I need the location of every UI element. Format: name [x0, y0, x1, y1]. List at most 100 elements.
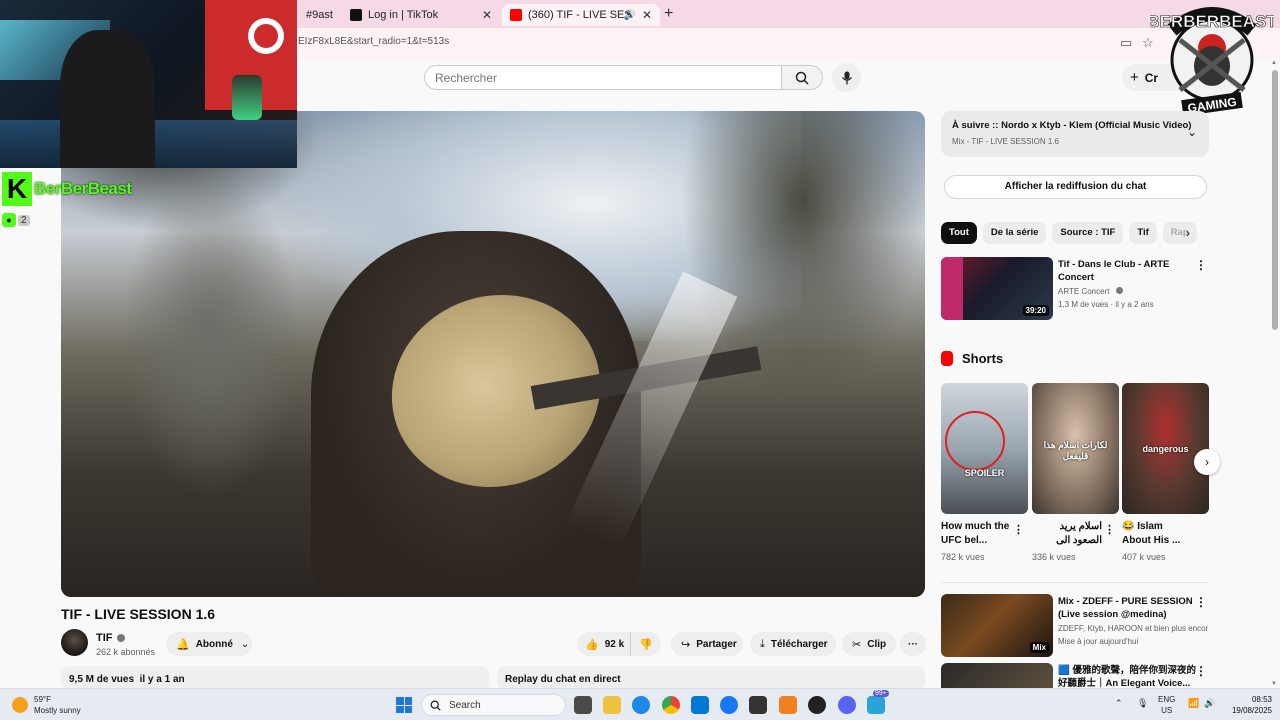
channel-name-label: TIF: [96, 632, 113, 644]
share-button[interactable]: ↪ Partager: [671, 632, 743, 656]
language-indicator[interactable]: ENG US: [1158, 694, 1175, 716]
short-title: How much the UFC bel...: [941, 521, 1010, 546]
tab-youtube[interactable]: (360) TIF - LIVE SESSION 1.6 🔊 ✕: [502, 4, 660, 26]
short-item[interactable]: لكارات اسلام هذا قليفعل اسلام يريد الصعو…: [1032, 383, 1119, 562]
time: 08:53: [1251, 695, 1272, 704]
voice-search-button[interactable]: [832, 63, 861, 92]
speaker-icon[interactable]: 🔊: [624, 10, 636, 21]
chevron-down-icon[interactable]: ⌄: [1187, 125, 1197, 139]
close-icon[interactable]: ✕: [482, 8, 492, 22]
close-icon[interactable]: ✕: [642, 8, 652, 22]
scroll-down-icon[interactable]: ▼: [1271, 681, 1277, 687]
search-icon: [430, 700, 441, 711]
wifi-icon[interactable]: 📶: [1188, 698, 1199, 709]
tab-1[interactable]: #9ast: [298, 4, 340, 26]
app-icon[interactable]: [779, 696, 797, 714]
thumbs-up-icon: 👍: [585, 638, 599, 651]
page-scrollbar[interactable]: ▲ ▼: [1271, 60, 1279, 687]
language: ENG: [1158, 695, 1176, 704]
show-chat-replay-button[interactable]: Afficher la rediffusion du chat: [944, 175, 1207, 199]
download-button[interactable]: ⤓ Télécharger: [750, 632, 836, 656]
up-next-panel[interactable]: À suivre :: Nordo x Ktyb - Klem (Officia…: [941, 111, 1209, 157]
search-button[interactable]: [781, 65, 823, 90]
chip-all[interactable]: Tout: [941, 222, 977, 244]
chip-tif[interactable]: Tif: [1129, 222, 1157, 244]
edge-icon[interactable]: [632, 696, 650, 714]
short-item[interactable]: SPOILER How much the UFC bel... 782 k vu…: [941, 383, 1028, 562]
short-thumbnail[interactable]: dangerous: [1122, 383, 1209, 514]
bell-icon: 🔔: [176, 638, 190, 651]
clip-button[interactable]: ✂ Clip: [842, 632, 896, 656]
short-thumbnail[interactable]: SPOILER: [941, 383, 1028, 514]
sun-icon: [12, 697, 28, 713]
short-item[interactable]: dangerous 😂 Islam About His ... 407 k vu…: [1122, 383, 1209, 562]
webcam-microphone: [232, 75, 262, 120]
video-thumbnail[interactable]: 39:20: [941, 257, 1053, 320]
shorts-label: Shorts: [962, 351, 1004, 366]
tab-label: #9ast: [306, 9, 333, 21]
more-actions-button[interactable]: ···: [900, 632, 926, 656]
chip-rap[interactable]: Rap: [1162, 222, 1197, 244]
more-vertical-icon[interactable]: ⋮: [1013, 523, 1024, 536]
more-horizontal-icon: ···: [908, 638, 918, 650]
chevron-right-icon: ›: [1205, 455, 1209, 469]
scissors-icon: ✂: [852, 638, 862, 651]
description-box[interactable]: 9,5 M de vues il y a 1 an: [61, 666, 489, 690]
video-thumbnail[interactable]: Mix: [941, 594, 1053, 657]
weather-widget[interactable]: 59°F Mostly sunny: [12, 694, 81, 716]
obs-icon[interactable]: [808, 696, 826, 714]
chip-series[interactable]: De la série: [982, 222, 1047, 244]
file-explorer-icon[interactable]: [603, 696, 621, 714]
short-views: 407 k vues: [1122, 552, 1166, 562]
more-vertical-icon[interactable]: ⋮: [1104, 523, 1115, 536]
recommendation-item[interactable]: Mix Mix - ZDEFF - PURE SESSION (Live ses…: [941, 594, 1209, 658]
speaker-icon[interactable]: 🔊: [1204, 698, 1215, 709]
new-tab-button[interactable]: +: [664, 5, 673, 23]
like-button[interactable]: 👍 92 k: [577, 632, 631, 656]
cast-icon[interactable]: ▭: [1120, 35, 1132, 51]
chevron-right-icon[interactable]: ›: [1186, 226, 1190, 240]
tab-tiktok[interactable]: Log in | TikTok ✕: [342, 4, 500, 26]
webcam-streamer: [60, 30, 155, 168]
windows-start-icon[interactable]: [396, 697, 412, 713]
short-thumbnail[interactable]: لكارات اسلام هذا قليفعل: [1032, 383, 1119, 514]
discord-icon[interactable]: [838, 696, 856, 714]
task-view-icon[interactable]: [574, 696, 592, 714]
microphone-icon[interactable]: 🎙: [1137, 698, 1148, 709]
chevron-up-icon[interactable]: ⌃: [1115, 698, 1123, 709]
recommendation-channel[interactable]: ARTE Concert: [1058, 287, 1123, 296]
chip-source[interactable]: Source : TIF: [1052, 222, 1124, 244]
more-vertical-icon[interactable]: ⋮: [1195, 664, 1207, 678]
short-views: 782 k vues: [941, 552, 985, 562]
video-frame-people: [121, 171, 301, 501]
channel-name[interactable]: TIF: [96, 632, 125, 644]
shorts-next-button[interactable]: ›: [1194, 449, 1220, 475]
search-icon: [795, 71, 809, 85]
subscribed-button[interactable]: 🔔 Abonné ⌄: [166, 632, 252, 656]
share-icon: ↪: [681, 638, 691, 651]
kick-viewer-badge: ● 2: [2, 212, 30, 228]
date: 19/08/2025: [1231, 706, 1272, 715]
messaging-icon[interactable]: 99+: [867, 690, 889, 714]
scroll-up-icon[interactable]: ▲: [1271, 60, 1277, 66]
scrollbar-thumb[interactable]: [1272, 70, 1278, 330]
facebook-icon[interactable]: [720, 696, 738, 714]
chat-replay-box[interactable]: Replay du chat en direct: [497, 666, 925, 690]
dislike-button[interactable]: 👎: [631, 632, 661, 656]
more-vertical-icon[interactable]: ⋮: [1195, 595, 1207, 609]
app-icon[interactable]: [749, 696, 767, 714]
recommendation-item[interactable]: 39:20 Tif - Dans le Club - ARTE Concert …: [941, 257, 1209, 321]
arte-banner: [941, 257, 963, 320]
video-player[interactable]: [61, 111, 925, 597]
taskbar-search[interactable]: Search: [421, 694, 566, 716]
download-icon: ⤓: [760, 637, 765, 650]
recommendation-item[interactable]: 🟦 優雅的歌聲，陪伴你到深夜的好聽爵士｜An Elegant Voice... …: [941, 663, 1209, 688]
chrome-icon[interactable]: [662, 696, 680, 714]
store-icon[interactable]: [691, 696, 709, 714]
channel-avatar[interactable]: [61, 629, 88, 656]
clock[interactable]: 08:53 19/08/2025: [1222, 694, 1272, 716]
url-field[interactable]: EIzF8xL8E&start_radio=1&t=513s: [298, 36, 449, 47]
video-thumbnail[interactable]: [941, 663, 1053, 688]
more-vertical-icon[interactable]: ⋮: [1195, 258, 1207, 272]
search-input[interactable]: [424, 65, 782, 90]
